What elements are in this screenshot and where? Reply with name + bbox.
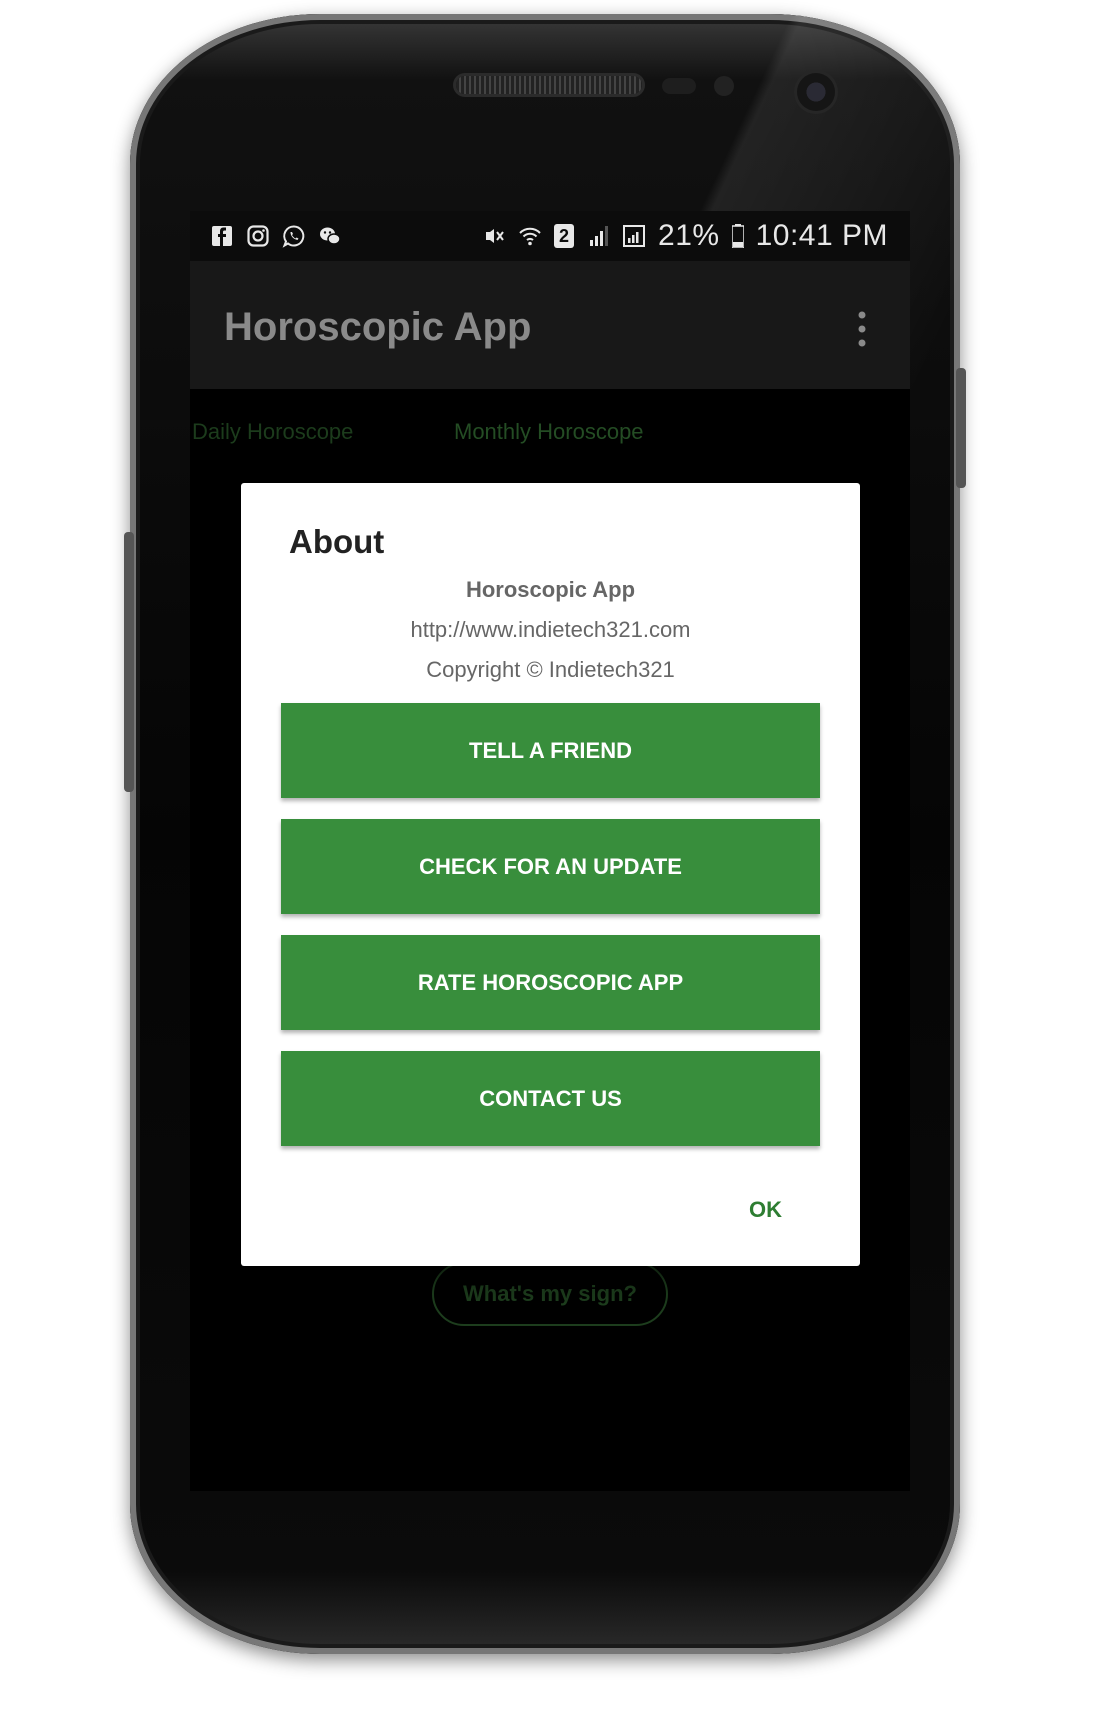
about-dialog: About Horoscopic App http://www.indietec… [241, 483, 860, 1266]
tab-daily-horoscope[interactable]: Daily Horoscope [192, 419, 353, 445]
app-title: Horoscopic App [224, 305, 532, 349]
clock: 10:41 PM [755, 219, 888, 252]
signal-icon [590, 226, 609, 246]
sim-badge: 2 [554, 224, 575, 248]
notification-icons [210, 224, 342, 248]
mute-icon [486, 229, 504, 243]
power-button [956, 368, 966, 488]
earpiece-speaker [456, 76, 642, 94]
tell-a-friend-button[interactable]: TELL A FRIEND [281, 703, 820, 798]
app-bar: Horoscopic App [190, 261, 910, 389]
contact-us-button[interactable]: CONTACT US [281, 1051, 820, 1146]
front-camera [797, 73, 835, 111]
dialog-url[interactable]: http://www.indietech321.com [241, 617, 860, 643]
light-sensor [714, 76, 734, 96]
system-icons: 2 21% 10:41 PM [482, 219, 888, 253]
sim-slot-number: 2 [559, 225, 570, 246]
volume-button [124, 532, 134, 792]
dialog-title: About [289, 523, 385, 560]
check-for-update-button[interactable]: CHECK FOR AN UPDATE [281, 819, 820, 914]
proximity-sensor [662, 78, 696, 94]
battery-percent: 21% [658, 219, 720, 252]
dialog-copyright: Copyright © Indietech321 [426, 657, 675, 682]
status-bar: 2 21% 10:41 PM [190, 211, 910, 261]
wifi-icon [519, 227, 541, 246]
wechat-icon [320, 227, 341, 245]
instagram-icon [247, 225, 269, 247]
ok-button[interactable]: OK [749, 1197, 782, 1223]
more-vert-icon[interactable] [852, 309, 872, 349]
screen: 2 21% 10:41 PM Horoscopic App Daily Horo… [190, 211, 910, 1491]
tab-monthly-horoscope[interactable]: Monthly Horoscope [454, 419, 644, 445]
whats-my-sign-button[interactable]: What's my sign? [432, 1262, 668, 1326]
whatsapp-icon [282, 225, 305, 248]
facebook-icon [212, 226, 232, 246]
battery-icon [731, 224, 744, 248]
signal-icon [623, 225, 646, 247]
rate-app-button[interactable]: RATE HOROSCOPIC APP [281, 935, 820, 1030]
dialog-app-name: Horoscopic App [465, 577, 636, 602]
